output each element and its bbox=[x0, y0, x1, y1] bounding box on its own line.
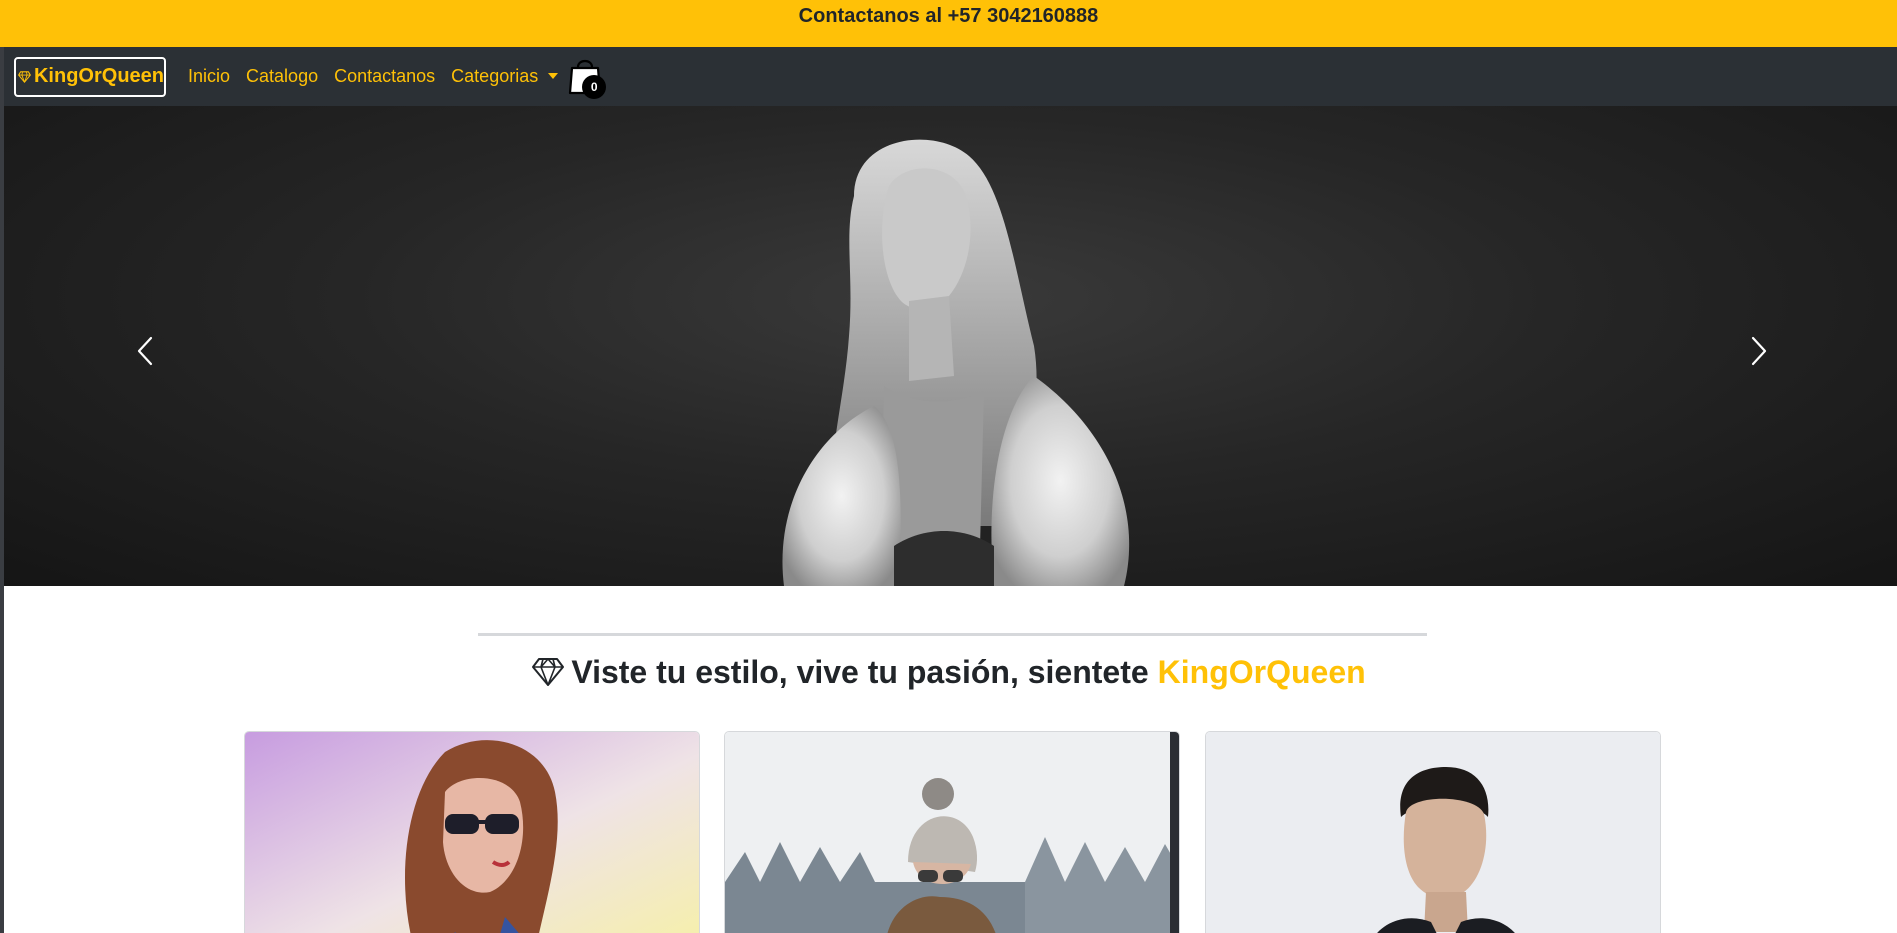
contact-banner: Contactanos al +57 3042160888 bbox=[0, 0, 1897, 47]
nav-link-contactanos[interactable]: Contactanos bbox=[334, 66, 435, 87]
section-headline: Viste tu estilo, vive tu pasión, sientet… bbox=[0, 648, 1897, 696]
gem-icon bbox=[532, 658, 565, 686]
carousel-next-button[interactable] bbox=[1739, 326, 1779, 376]
hero-model-photo bbox=[782, 139, 1130, 586]
section-divider bbox=[478, 633, 1427, 636]
nav-link-inicio[interactable]: Inicio bbox=[188, 66, 230, 87]
page: Contactanos al +57 3042160888 KingOrQuee… bbox=[0, 0, 1897, 933]
category-card[interactable] bbox=[244, 731, 700, 933]
gem-icon bbox=[18, 70, 31, 83]
navbar: KingOrQueen Inicio Catalogo Contactanos … bbox=[4, 47, 1897, 106]
nav-dropdown-categorias-label: Categorias bbox=[451, 66, 539, 86]
brand-name: KingOrQueen bbox=[33, 65, 164, 87]
card-image-winter-model bbox=[725, 732, 1179, 933]
cart-count-badge: 0 bbox=[582, 74, 607, 99]
cart-button[interactable]: 0 bbox=[568, 55, 608, 99]
chevron-left-icon bbox=[137, 336, 153, 366]
category-card[interactable] bbox=[1205, 731, 1661, 933]
card-image-male-model bbox=[1206, 732, 1660, 933]
category-card[interactable] bbox=[724, 731, 1180, 933]
card-image-sunglasses-model bbox=[245, 732, 699, 933]
caret-down-icon bbox=[548, 72, 559, 79]
chevron-right-icon bbox=[1751, 336, 1767, 366]
hero-carousel bbox=[4, 106, 1897, 586]
headline-text: Viste tu estilo, vive tu pasión, sientet… bbox=[571, 653, 1149, 690]
carousel-prev-button[interactable] bbox=[125, 326, 165, 376]
headline-brand: KingOrQueen bbox=[1157, 653, 1366, 690]
nav-dropdown-categorias[interactable]: Categorias bbox=[451, 66, 559, 87]
nav-link-catalogo[interactable]: Catalogo bbox=[246, 66, 318, 87]
contact-banner-text: Contactanos al +57 3042160888 bbox=[798, 4, 1099, 27]
brand-logo-link[interactable]: KingOrQueen bbox=[14, 56, 166, 97]
